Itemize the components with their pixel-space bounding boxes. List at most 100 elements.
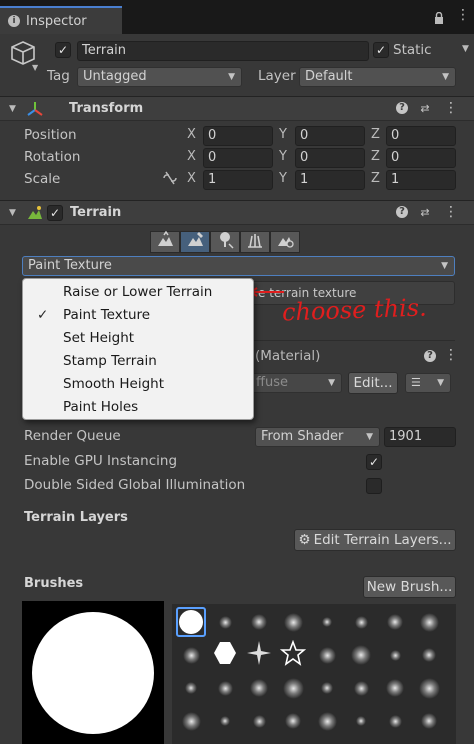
brush-thumbnail[interactable] <box>244 607 274 637</box>
brush-starburst-icon <box>246 640 272 670</box>
brush-thumbnail[interactable] <box>176 706 206 736</box>
terrain-tool-button[interactable] <box>270 231 300 253</box>
edit-shader-button[interactable]: Edit... <box>348 372 398 394</box>
brush-thumbnail[interactable] <box>176 607 206 637</box>
transform-header[interactable]: ▼ Transform ? ⇄ ⋮ <box>0 96 474 121</box>
material-menu-icon[interactable]: ⋮ <box>444 347 458 363</box>
brush-thumbnail[interactable] <box>414 706 444 736</box>
brush-thumbnail[interactable] <box>176 640 206 670</box>
brush-thumbnail[interactable] <box>380 607 410 637</box>
help-icon[interactable]: ? <box>396 102 408 114</box>
terrain-tool-button[interactable] <box>210 231 240 253</box>
scale-y-field[interactable]: 1 <box>295 170 365 190</box>
menu-item-smooth-height[interactable]: Smooth Height <box>23 373 253 396</box>
brush-thumbnail[interactable] <box>210 706 240 736</box>
terrain-component-icon <box>27 205 43 221</box>
brush-thumbnail[interactable] <box>312 640 342 670</box>
foldout-arrow-icon[interactable]: ▼ <box>9 208 16 218</box>
menu-item-stamp-terrain[interactable]: Stamp Terrain <box>23 350 253 373</box>
static-dropdown-arrow-icon[interactable]: ▼ <box>462 44 469 54</box>
new-brush-button[interactable]: New Brush... <box>363 576 456 598</box>
preset-icon[interactable]: ⇄ <box>418 205 432 219</box>
brush-thumbnail[interactable] <box>278 639 308 670</box>
brush-thumbnail[interactable] <box>414 640 444 670</box>
brush-thumbnail[interactable] <box>380 673 410 703</box>
preset-icon[interactable]: ⇄ <box>418 101 432 115</box>
brush-thumbnail[interactable] <box>278 706 308 736</box>
brush-thumbnail[interactable] <box>380 706 410 736</box>
brush-soft-icon <box>251 614 267 630</box>
brush-thumbnail[interactable] <box>244 673 274 703</box>
brush-soft-icon <box>317 711 337 731</box>
brush-thumbnail[interactable] <box>414 673 444 703</box>
brush-thumbnail[interactable] <box>312 706 342 736</box>
help-icon[interactable]: ? <box>396 206 408 218</box>
terrain-tool-button[interactable] <box>240 231 270 253</box>
render-queue-mode-dropdown[interactable]: From Shader ▼ <box>255 427 380 447</box>
lock-icon[interactable] <box>434 11 444 24</box>
checkmark-icon: ✓ <box>37 307 49 323</box>
terrain-mode-dropdown[interactable]: Paint Texture ▼ <box>22 256 455 276</box>
edit-terrain-layers-button[interactable]: ⚙ Edit Terrain Layers... <box>294 529 456 551</box>
foldout-arrow-icon[interactable]: ▼ <box>9 104 16 114</box>
icon-dropdown-arrow-icon[interactable]: ▼ <box>32 63 38 72</box>
terrain-component-header[interactable]: ▼ ✓ Terrain ? ⇄ ⋮ <box>0 200 474 225</box>
menu-item-raise-lower-terrain[interactable]: Raise or Lower Terrain <box>23 281 253 304</box>
terrain-tool-button[interactable] <box>150 230 180 253</box>
shader-options-dropdown[interactable]: ☰ ▼ <box>405 373 451 393</box>
more-options-icon[interactable]: ⋮ <box>456 8 470 22</box>
scale-z-field[interactable]: 1 <box>386 170 456 190</box>
gear-icon: ⚙ <box>298 532 311 548</box>
brush-soft-icon <box>217 680 233 696</box>
brush-thumbnail[interactable] <box>210 640 240 670</box>
rotation-x-field[interactable]: 0 <box>203 148 273 168</box>
terrain-enabled-checkbox[interactable]: ✓ <box>47 205 63 221</box>
inspector-tab[interactable]: i Inspector <box>0 6 122 34</box>
brush-thumbnail[interactable] <box>414 607 444 637</box>
render-queue-field[interactable]: 1901 <box>384 427 456 447</box>
brush-soft-icon <box>250 679 268 697</box>
static-checkbox[interactable]: ✓ <box>373 42 389 58</box>
help-icon[interactable]: ? <box>424 350 436 362</box>
rotation-y-field[interactable]: 0 <box>295 148 365 168</box>
brush-thumbnail[interactable] <box>346 607 376 637</box>
component-menu-icon[interactable]: ⋮ <box>444 100 458 116</box>
brush-thumbnail[interactable] <box>244 640 274 670</box>
layer-dropdown[interactable]: Default ▼ <box>299 67 456 87</box>
unlink-icon[interactable] <box>162 171 178 185</box>
component-menu-icon[interactable]: ⋮ <box>444 204 458 220</box>
position-x-field[interactable]: 0 <box>203 126 273 146</box>
terrain-tool-button[interactable] <box>180 231 210 253</box>
brush-thumbnail[interactable] <box>312 607 342 637</box>
layer-label: Layer <box>258 68 296 84</box>
scale-x-field[interactable]: 1 <box>203 170 273 190</box>
brush-thumbnail[interactable] <box>312 673 342 703</box>
brush-thumbnail[interactable] <box>278 607 308 637</box>
active-checkbox[interactable]: ✓ <box>55 42 71 58</box>
brush-circle-icon <box>179 610 203 634</box>
paint-terrain-icon <box>186 231 204 253</box>
brush-thumbnail[interactable] <box>176 673 206 703</box>
brush-thumbnail[interactable] <box>346 640 376 670</box>
brush-thumbnail[interactable] <box>244 706 274 736</box>
rotation-z-field[interactable]: 0 <box>386 148 456 168</box>
brush-thumbnail[interactable] <box>210 607 240 637</box>
axis-y-label: Y <box>279 149 287 164</box>
tag-dropdown[interactable]: Untagged ▼ <box>77 67 242 87</box>
menu-item-paint-texture[interactable]: ✓ Paint Texture <box>23 304 253 327</box>
brush-thumbnail[interactable] <box>210 673 240 703</box>
object-name-field[interactable]: Terrain <box>77 41 369 61</box>
gpu-instancing-checkbox[interactable]: ✓ <box>366 454 382 470</box>
brush-thumbnail[interactable] <box>380 640 410 670</box>
brush-thumbnail[interactable] <box>278 673 308 703</box>
double-sided-gi-checkbox[interactable] <box>366 478 382 494</box>
menu-item-paint-holes[interactable]: Paint Holes <box>23 396 253 419</box>
position-z-field[interactable]: 0 <box>386 126 456 146</box>
chevron-down-icon: ▼ <box>441 261 448 271</box>
brush-thumbnail[interactable] <box>346 706 376 736</box>
brush-thumbnail[interactable] <box>346 673 376 703</box>
shader-dropdown[interactable]: ffuse ▼ <box>250 373 342 393</box>
position-y-field[interactable]: 0 <box>295 126 365 146</box>
menu-item-set-height[interactable]: Set Height <box>23 327 253 350</box>
tag-value: Untagged <box>83 69 147 84</box>
